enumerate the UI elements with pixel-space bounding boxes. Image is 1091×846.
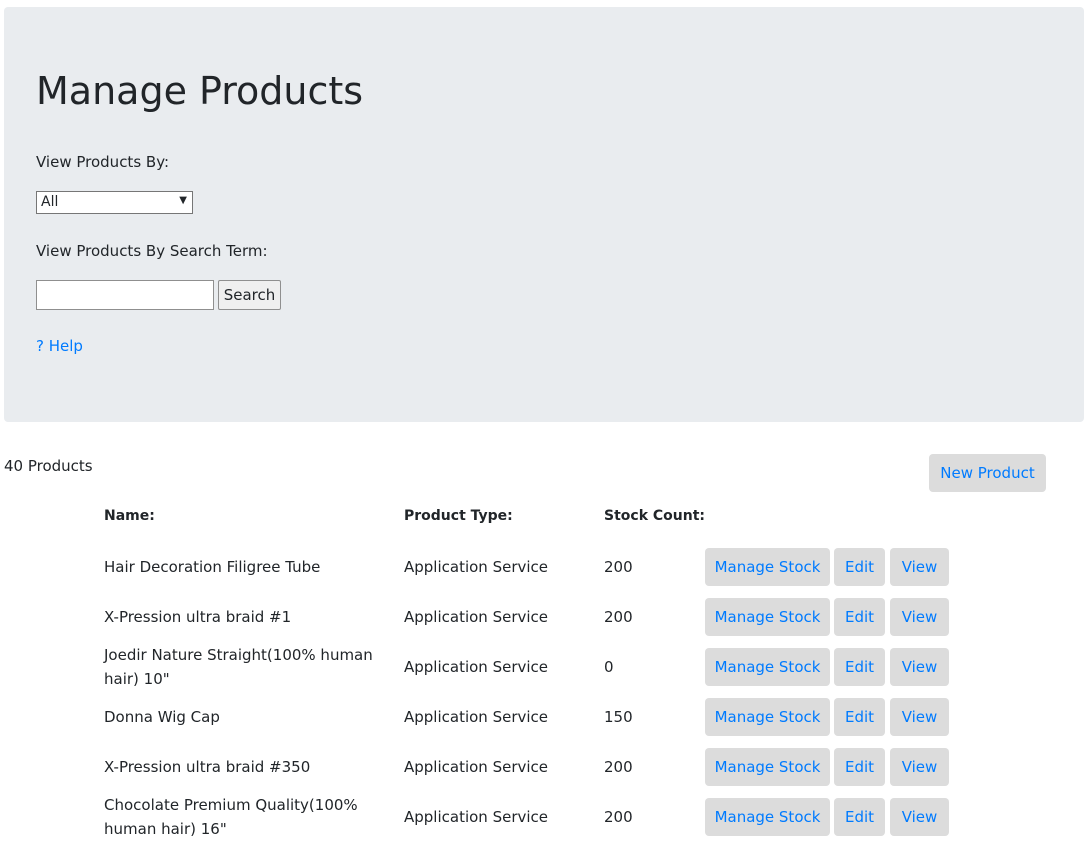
column-header-product-type: Product Type:	[404, 508, 513, 524]
stock-count: 200	[604, 558, 633, 576]
product-name: Joedir Nature Straight(100% human hair) …	[104, 646, 373, 688]
manage-stock-button[interactable]: Manage Stock	[705, 548, 830, 586]
view-button[interactable]: View	[890, 648, 949, 686]
manage-stock-button[interactable]: Manage Stock	[705, 748, 830, 786]
product-count: 40 Products	[4, 457, 93, 475]
product-name: Chocolate Premium Quality(100% human hai…	[104, 796, 358, 838]
search-input[interactable]	[36, 280, 214, 310]
edit-button[interactable]: Edit	[834, 598, 885, 636]
table-row: Hair Decoration Filigree Tube Applicatio…	[0, 542, 1091, 592]
table-row: X-Pression ultra braid #1 Application Se…	[0, 592, 1091, 642]
stock-count: 200	[604, 608, 633, 626]
table-row: X-Pression ultra braid #350 Application …	[0, 742, 1091, 792]
product-name: X-Pression ultra braid #1	[104, 608, 292, 626]
column-header-name: Name:	[104, 508, 155, 524]
product-type: Application Service	[404, 808, 549, 826]
view-button[interactable]: View	[890, 798, 949, 836]
product-name: X-Pression ultra braid #350	[104, 758, 311, 776]
edit-button[interactable]: Edit	[834, 648, 885, 686]
view-by-select[interactable]: All ▼	[36, 191, 193, 214]
page-title: Manage Products	[36, 69, 364, 113]
search-button[interactable]: Search	[218, 280, 281, 310]
help-link[interactable]: ? Help	[36, 337, 83, 355]
view-button[interactable]: View	[890, 748, 949, 786]
view-by-label: View Products By:	[36, 153, 170, 171]
stock-count: 0	[604, 658, 614, 676]
table-row: Chocolate Premium Quality(100% human hai…	[0, 792, 1091, 842]
view-button[interactable]: View	[890, 698, 949, 736]
product-type: Application Service	[404, 658, 549, 676]
product-name: Hair Decoration Filigree Tube	[104, 558, 321, 576]
manage-stock-button[interactable]: Manage Stock	[705, 598, 830, 636]
manage-stock-button[interactable]: Manage Stock	[705, 698, 830, 736]
edit-button[interactable]: Edit	[834, 798, 885, 836]
manage-stock-button[interactable]: Manage Stock	[705, 798, 830, 836]
edit-button[interactable]: Edit	[834, 748, 885, 786]
dropdown-arrow-icon: ▼	[179, 195, 187, 206]
search-term-label: View Products By Search Term:	[36, 242, 268, 260]
header-panel: Manage Products View Products By: All ▼ …	[4, 7, 1084, 422]
manage-stock-button[interactable]: Manage Stock	[705, 648, 830, 686]
edit-button[interactable]: Edit	[834, 698, 885, 736]
table-row: Donna Wig Cap Application Service 150 Ma…	[0, 692, 1091, 742]
product-name: Donna Wig Cap	[104, 708, 220, 726]
stock-count: 200	[604, 758, 633, 776]
stock-count: 200	[604, 808, 633, 826]
product-type: Application Service	[404, 558, 549, 576]
product-type: Application Service	[404, 608, 549, 626]
view-button[interactable]: View	[890, 548, 949, 586]
table-row: Joedir Nature Straight(100% human hair) …	[0, 642, 1091, 692]
column-header-stock-count: Stock Count:	[604, 508, 705, 524]
edit-button[interactable]: Edit	[834, 548, 885, 586]
view-by-selected-value: All	[41, 194, 59, 210]
stock-count: 150	[604, 708, 633, 726]
new-product-button[interactable]: New Product	[929, 454, 1046, 492]
product-type: Application Service	[404, 708, 549, 726]
product-type: Application Service	[404, 758, 549, 776]
view-button[interactable]: View	[890, 598, 949, 636]
